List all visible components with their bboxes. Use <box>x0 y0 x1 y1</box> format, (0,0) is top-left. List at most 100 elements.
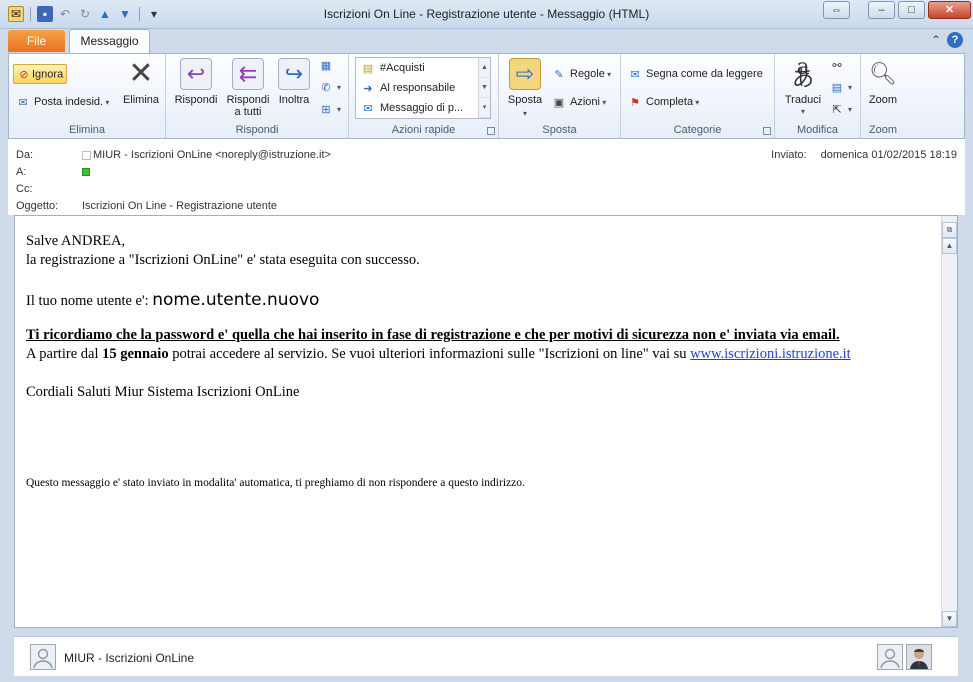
reply-icon: ↩ <box>180 58 212 90</box>
ignora-button[interactable]: ⊘ Ignora <box>13 64 68 84</box>
help-icon[interactable]: ? <box>947 32 963 48</box>
zoom-button[interactable]: 🔍︎ Zoom <box>865 58 901 107</box>
to-value[interactable] <box>82 166 90 178</box>
rispondi-button[interactable]: ↩ Rispondi <box>171 58 221 106</box>
quick-step-acquisti[interactable]: ▤ #Acquisti <box>356 58 490 78</box>
sposta-button[interactable]: ⇨ Sposta <box>505 58 545 120</box>
ignora-label: Ignora <box>32 68 64 81</box>
quick-step-label: #Acquisti <box>380 62 425 74</box>
meeting-icon: ▦ <box>320 59 332 72</box>
move-folder-icon: ⇨ <box>509 58 541 90</box>
signature: Cordiali Saluti Miur Sistema Iscrizioni … <box>26 384 300 400</box>
group-label-modifica: Modifica <box>797 124 838 136</box>
sent-value: domenica 01/02/2015 18:19 <box>820 149 957 161</box>
presence-indicator-icon <box>82 150 91 160</box>
related-button[interactable]: ▤ <box>829 79 852 95</box>
iscrizioni-link[interactable]: www.iscrizioni.istruzione.it <box>690 346 851 362</box>
select-button[interactable]: ⇱ <box>829 101 852 117</box>
group-modifica: aあ Traduci ▾ ⚯ ▤ ⇱ Modifica <box>775 54 861 138</box>
collapse-ribbon-icon[interactable]: ⌃ <box>931 33 941 47</box>
group-label-elimina: Elimina <box>68 124 106 136</box>
confirmation-line: la registrazione a "Iscrizioni OnLine" e… <box>26 252 420 268</box>
completa-button[interactable]: ⚑ Completa <box>627 94 699 110</box>
group-label-categorie: Categorie <box>673 124 722 136</box>
vertical-scrollbar[interactable]: ⧉ ▲ ▼ <box>941 216 957 627</box>
user-photo-avatar[interactable] <box>906 644 932 670</box>
meeting-button[interactable]: ▦ <box>318 57 334 73</box>
delete-icon: ✕ <box>128 57 154 90</box>
elimina-label: Elimina <box>122 94 160 106</box>
access-line: A partire dal 15 gennaio potrai accedere… <box>26 345 936 364</box>
ribbon-tabs: File Messaggio ⌃ ? <box>0 29 973 53</box>
quick-step-responsabile[interactable]: ➜ Al responsabile <box>356 78 490 98</box>
message-header: Da: MIUR - Iscrizioni OnLine <noreply@is… <box>8 139 965 215</box>
folder-move-icon: ▤ <box>362 62 374 75</box>
sender-avatar[interactable] <box>30 644 56 670</box>
scroll-down-arrow-icon[interactable]: ▼ <box>942 611 957 627</box>
scroll-down-icon[interactable]: ▼ <box>479 78 490 98</box>
posta-indesiderata-button[interactable]: ✉ Posta indesid. <box>15 94 109 110</box>
more-reply-button[interactable]: ⊞ <box>318 101 341 117</box>
dialog-launcher-icon[interactable] <box>763 127 771 135</box>
contact-avatar[interactable] <box>877 644 903 670</box>
select-dropdown <box>848 103 852 115</box>
minimize-button[interactable]: – <box>868 1 895 19</box>
online-status-icon <box>82 168 90 177</box>
more-reply-icon: ⊞ <box>321 103 331 116</box>
expand-gallery-icon[interactable]: ▾ <box>479 98 490 118</box>
group-elimina: ⊘Ignora ✉ Posta indesid. ✕ Elimina Elimi… <box>9 54 166 138</box>
regole-button[interactable]: ✎ Regole <box>551 66 611 82</box>
group-categorie: ✉ Segna come da leggere ⚑ Completa Categ… <box>621 54 775 138</box>
inoltra-button[interactable]: ↪ Inoltra <box>274 58 314 106</box>
im-dropdown <box>337 81 341 93</box>
rispondi-tutti-label-1: Rispondi <box>226 94 270 106</box>
find-button[interactable]: ⚯ <box>829 57 845 73</box>
username-line: Il tuo nome utente e': nome.utente.nuovo <box>26 289 936 312</box>
translate-icon: aあ <box>791 55 814 92</box>
people-pane: MIUR - Iscrizioni OnLine <box>14 636 958 676</box>
azioni-button[interactable]: ▣ Azioni <box>551 94 606 110</box>
dialog-launcher-icon[interactable] <box>487 127 495 135</box>
im-button[interactable]: ✆ <box>318 79 341 95</box>
forward-manager-icon: ➜ <box>363 82 373 95</box>
junk-mail-icon: ✉ <box>18 96 28 109</box>
select-cursor-icon: ⇱ <box>832 103 842 116</box>
cc-label: Cc: <box>16 183 33 195</box>
flag-icon: ⚑ <box>630 96 640 109</box>
binoculars-icon: ⚯ <box>832 59 842 72</box>
instant-message-icon: ✆ <box>321 81 331 94</box>
zoom-label: Zoom <box>868 94 898 106</box>
rispondi-tutti-button[interactable]: ⇇ Rispondi a tutti <box>224 58 272 118</box>
scroll-up-arrow-icon[interactable]: ▲ <box>942 238 957 254</box>
regole-label: Regole <box>570 68 611 80</box>
from-label: Da: <box>16 149 34 161</box>
group-sposta: ⇨ Sposta ✎ Regole ▣ Azioni Sposta <box>499 54 621 138</box>
reply-all-icon: ⇇ <box>232 58 264 90</box>
tab-file[interactable]: File <box>8 30 65 52</box>
tab-message[interactable]: Messaggio <box>69 29 150 53</box>
related-icon: ▤ <box>831 81 843 94</box>
scroll-bookmark-icon[interactable]: ⧉ <box>942 222 957 238</box>
ignora-highlight: ⊘ Ignora <box>13 64 68 84</box>
group-label-azioni-rapide: Azioni rapide <box>391 124 456 136</box>
inoltra-label: Inoltra <box>278 94 310 106</box>
actions-icon: ▣ <box>553 96 565 109</box>
scroll-up-icon[interactable]: ▲ <box>479 58 490 78</box>
restore-layout-icon[interactable]: ⇔ <box>823 1 850 19</box>
to-label: A: <box>16 166 27 178</box>
ribbon-controls: ⌃ ? <box>931 32 963 48</box>
close-button[interactable]: ✕ <box>928 1 971 19</box>
quick-step-label: Messaggio di p... <box>380 102 464 114</box>
elimina-button[interactable]: ✕ Elimina <box>121 57 161 107</box>
traduci-button[interactable]: aあ Traduci ▾ <box>781 55 825 118</box>
rispondi-tutti-label-2: a tutti <box>234 106 262 118</box>
from-value[interactable]: MIUR - Iscrizioni OnLine <noreply@istruz… <box>82 149 331 161</box>
segna-da-leggere-button[interactable]: ✉ Segna come da leggere <box>627 66 762 82</box>
completa-label: Completa <box>646 96 699 108</box>
title-bar: ✉ ▪ ↶ ↻ ▲ ▼ ▾ Iscrizioni On Line - Regis… <box>0 0 973 29</box>
quick-step-messaggio[interactable]: ✉ Messaggio di p... <box>356 98 490 118</box>
maximize-button[interactable]: □ <box>898 1 925 19</box>
rispondi-label: Rispondi <box>174 94 218 106</box>
person-silhouette-icon <box>33 648 53 669</box>
window-controls: – □ ✕ <box>865 1 971 19</box>
